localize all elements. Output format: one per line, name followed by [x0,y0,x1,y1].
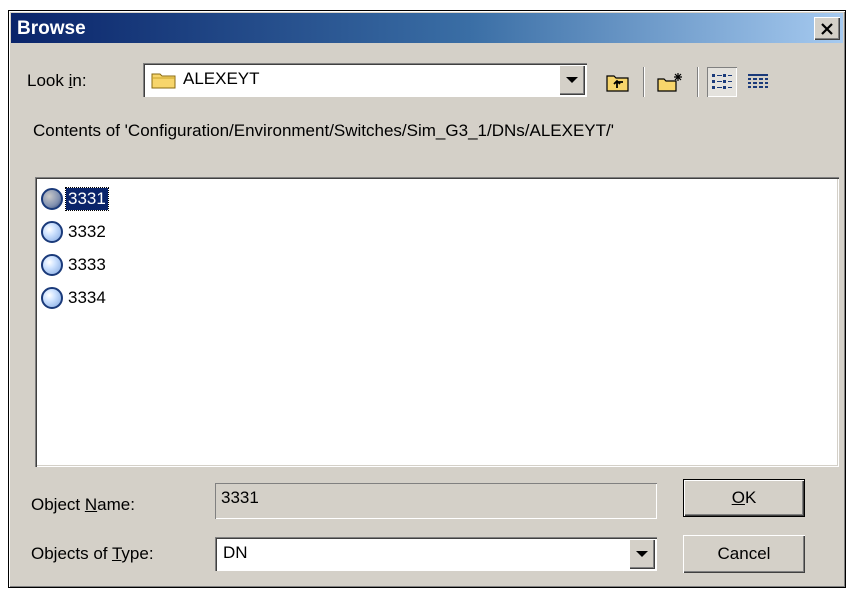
object-type-value: DN [223,543,248,562]
close-icon [821,22,833,35]
chevron-down-icon [636,551,648,557]
object-type-label: Objects of Type: [31,544,154,563]
up-one-level-button[interactable] [603,67,633,97]
dn-icon [41,188,63,210]
title-bar: Browse [11,13,843,43]
look-in-dropdown-button[interactable] [559,65,585,95]
chevron-down-icon [566,77,578,83]
window-title: Browse [17,18,86,39]
details-view-icon [748,74,768,88]
cancel-button[interactable]: Cancel [683,535,805,573]
object-name-label: Object Name: [31,495,135,514]
details-view-button[interactable] [743,67,773,97]
list-item-label: 3334 [68,288,106,307]
list-item[interactable]: 3334 [41,284,108,312]
list-item[interactable]: 3331 [41,185,109,213]
list-item-label: 3331 [65,187,109,211]
up-folder-icon [606,75,629,92]
close-button[interactable] [814,17,840,40]
object-name-value: 3331 [221,488,259,507]
list-view-icon [712,74,732,89]
dn-icon [41,287,63,309]
look-in-value: ALEXEYT [183,69,260,88]
dn-icon [41,221,63,243]
list-item-label: 3332 [68,222,106,241]
toolbar-separator [697,67,699,97]
contents-path-text: Contents of 'Configuration/Environment/S… [33,121,614,140]
look-in-label: Look in: [27,71,87,90]
list-view-button[interactable] [707,67,737,97]
create-new-folder-button[interactable] [655,67,685,97]
look-in-combo[interactable]: ALEXEYT [143,63,587,97]
object-type-select[interactable]: DN [215,537,657,571]
ok-button[interactable]: OK [683,479,805,517]
object-name-field[interactable]: 3331 [215,483,657,519]
dn-icon [41,254,63,276]
object-type-dropdown-button[interactable] [629,539,655,569]
object-list[interactable]: 3331 3332 3333 3334 [35,177,839,467]
list-item[interactable]: 3332 [41,218,108,246]
list-item[interactable]: 3333 [41,251,108,279]
toolbar-separator [643,67,645,97]
new-folder-icon [657,73,682,92]
list-item-label: 3333 [68,255,106,274]
browse-dialog: Browse Look in: ALEXEYT Contents of 'Con… [8,10,846,588]
folder-icon [151,73,176,89]
